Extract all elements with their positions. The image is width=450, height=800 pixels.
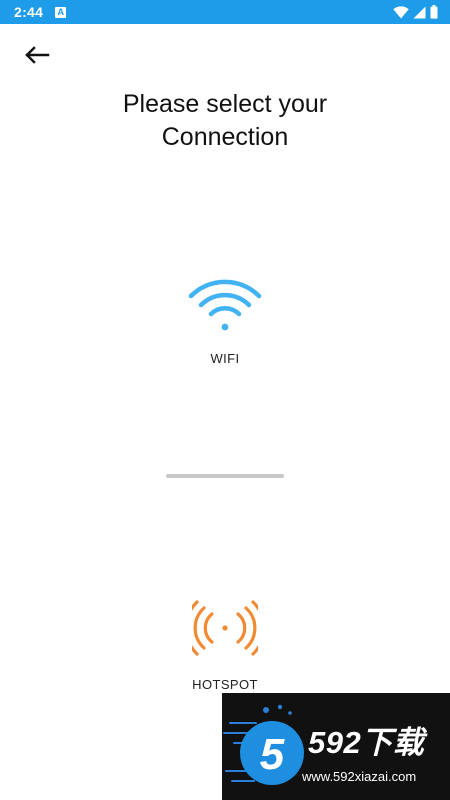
watermark-logo: 5	[223, 704, 304, 785]
watermark-logo-digit: 5	[260, 730, 285, 779]
status-icons	[393, 5, 438, 19]
status-bar: 2:44 A	[0, 0, 450, 24]
page-title-line-2: Connection	[161, 123, 289, 151]
hotspot-option-label: HOTSPOT	[192, 677, 258, 692]
wifi-option-label: WIFI	[210, 351, 240, 366]
option-divider	[166, 474, 284, 478]
back-button[interactable]	[22, 44, 52, 70]
wifi-option[interactable]: WIFI	[125, 274, 325, 366]
cell-signal-icon	[413, 6, 426, 19]
notification-icon: A	[55, 6, 67, 18]
wifi-icon	[393, 5, 409, 19]
page-title: Please select your Connection	[0, 88, 450, 154]
hotspot-icon	[184, 600, 266, 661]
watermark-url: www.592xiazai.com	[302, 769, 417, 784]
arrow-left-icon	[24, 45, 50, 69]
battery-icon	[430, 5, 438, 19]
connection-select-screen: 2:44 A Please select your Connection WIF…	[0, 0, 450, 800]
wifi-icon	[187, 274, 263, 337]
page-title-line-1: Please select your	[122, 90, 328, 118]
watermark: 5 592下载 www.592xiazai.com	[222, 693, 450, 800]
watermark-brand: 592下载	[308, 725, 425, 760]
status-time: 2:44	[14, 4, 44, 20]
hotspot-option[interactable]: HOTSPOT	[125, 600, 325, 692]
